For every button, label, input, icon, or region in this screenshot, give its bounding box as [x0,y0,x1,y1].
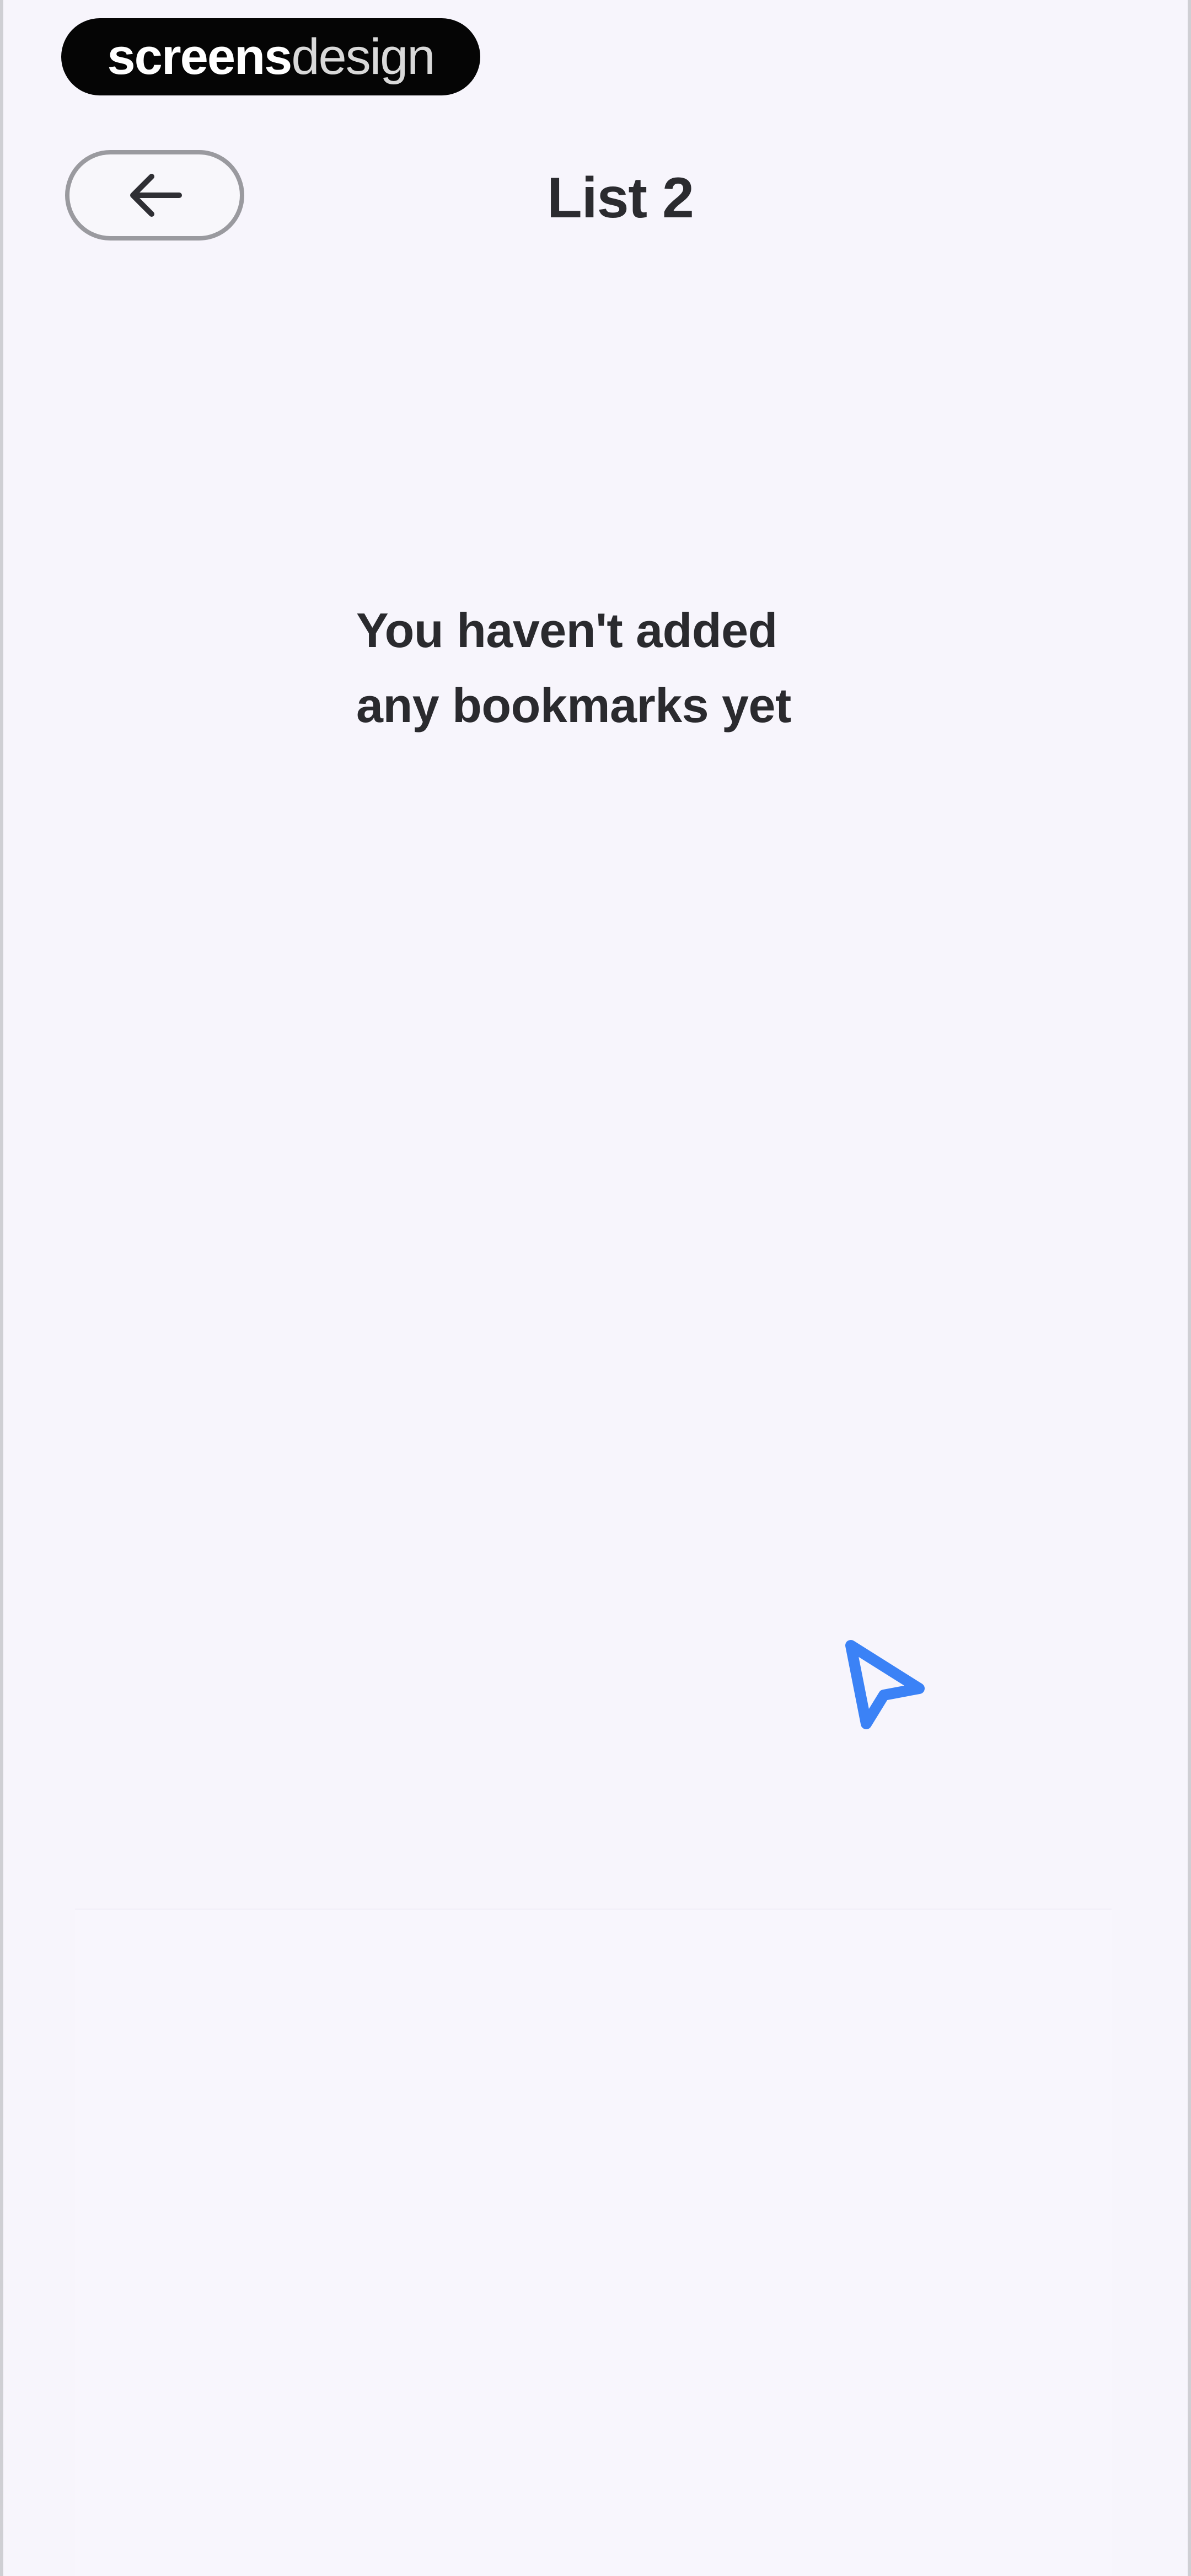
bookmark-list-screen: screens design List 2 You haven't added a… [0,0,1191,2576]
empty-state-line-1: You haven't added [356,603,777,658]
brand-name-strong: screens [107,29,293,85]
page-title: List 2 [547,166,694,230]
screensdesign-badge: screens design [61,18,480,95]
empty-state-message: You haven't added any bookmarks yet [356,593,897,743]
empty-state-line-2: any bookmarks yet [356,678,791,733]
brand-name-light: design [291,29,435,85]
empty-content-panel [75,1909,1112,2576]
pointer-arrow-icon [845,1640,925,1729]
